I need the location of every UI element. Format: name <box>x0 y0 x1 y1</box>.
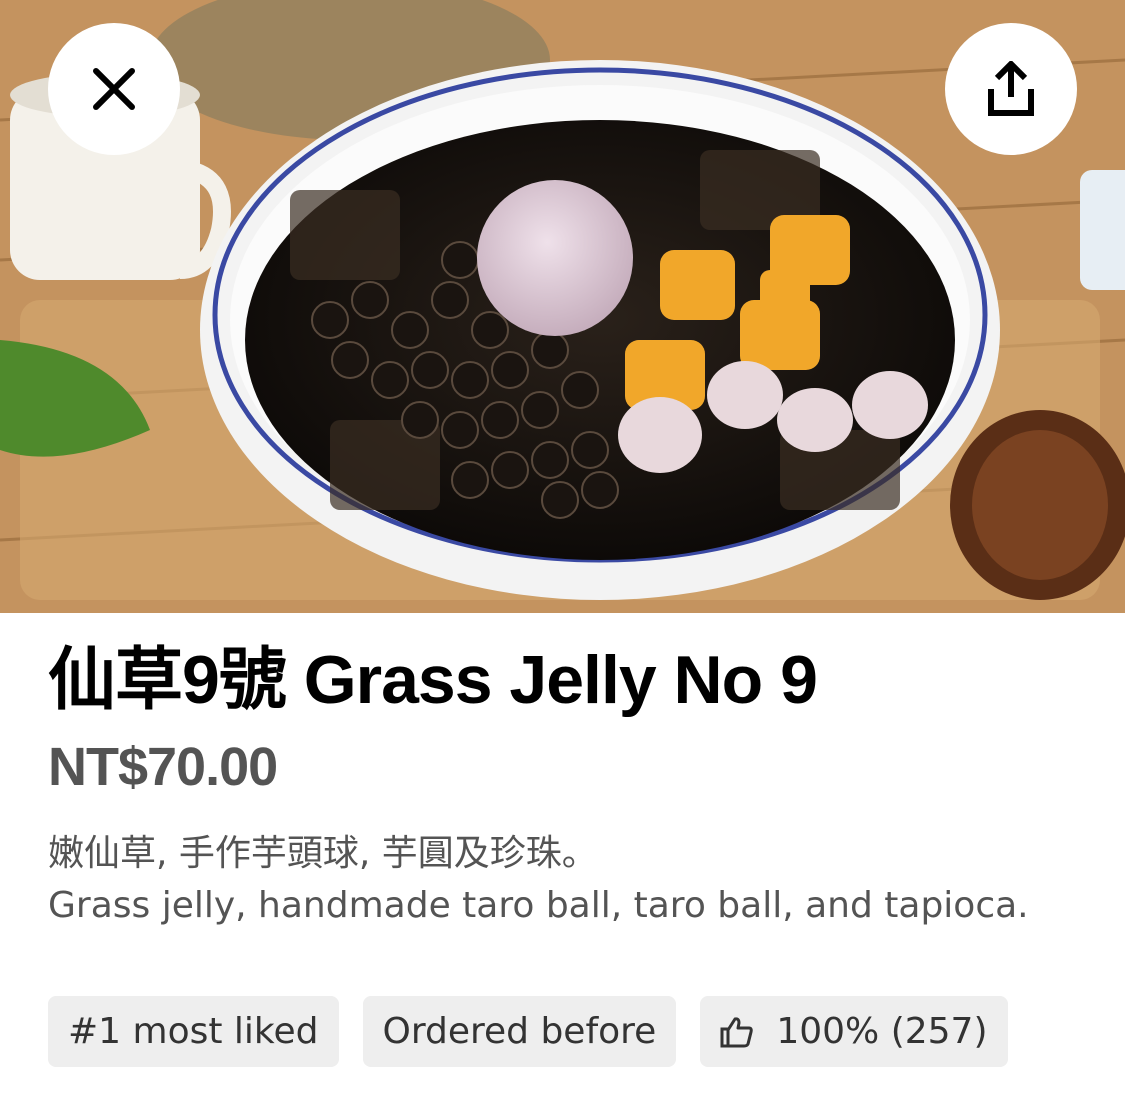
close-icon <box>93 68 135 110</box>
item-title: 仙草9號 Grass Jelly No 9 <box>48 642 818 718</box>
item-description-zh: 嫩仙草, 手作芋頭球, 芋圓及珍珠。 <box>48 832 598 874</box>
item-description-en: Grass jelly, handmade taro ball, taro ba… <box>48 884 1029 926</box>
share-button[interactable] <box>945 23 1077 155</box>
thumbs-up-icon <box>720 1015 754 1049</box>
item-description: 嫩仙草, 手作芋頭球, 芋圓及珍珠。 Grass jelly, handmade… <box>48 828 1088 932</box>
item-details: 仙草9號 Grass Jelly No 9 NT$70.00 嫩仙草, 手作芋頭… <box>48 640 1088 932</box>
ordered-before-label: Ordered before <box>382 1011 657 1052</box>
close-button[interactable] <box>48 23 180 155</box>
item-hero-image <box>0 0 1125 613</box>
rating-label: 100% (257) <box>776 1011 988 1052</box>
most-liked-badge: #1 most liked <box>48 996 339 1067</box>
item-price: NT$70.00 <box>48 736 278 797</box>
ordered-before-badge: Ordered before <box>362 996 677 1067</box>
most-liked-label: #1 most liked <box>68 1011 319 1052</box>
rating-badge: 100% (257) <box>700 996 1008 1067</box>
share-icon <box>988 61 1034 116</box>
item-badges: #1 most liked Ordered before 100% (257) <box>48 996 1008 1067</box>
